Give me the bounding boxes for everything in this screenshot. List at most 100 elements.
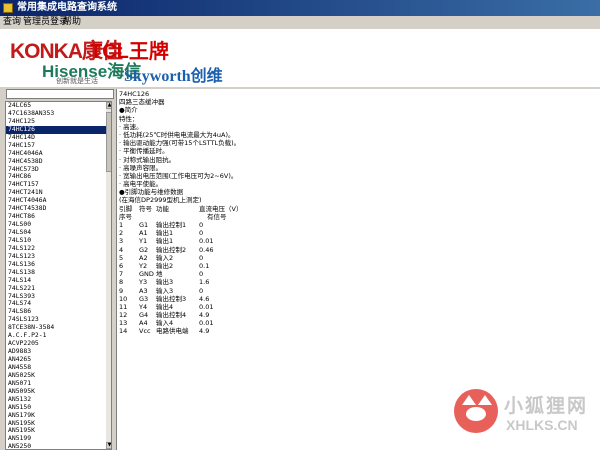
watermark-name: 小狐狸网 (504, 395, 589, 417)
feature-line: · 对称式输出阻抗。 (119, 155, 176, 164)
pin-header-function: 功能 (156, 204, 169, 213)
pin-symbol: Y2 (139, 261, 148, 270)
chip-list-item[interactable]: AN5250 (6, 442, 111, 449)
feature-line: · 平衡传播延时。 (119, 147, 169, 156)
pin-symbol: A3 (139, 286, 148, 295)
pin-header-voltage: 直流电压（V） (199, 204, 243, 213)
pin-header-pin: 引脚 (119, 204, 132, 213)
pin-voltage: 0.46 (199, 245, 214, 254)
pin-symbol: A1 (139, 229, 148, 238)
pin-subheader-signal: 有信号 (207, 212, 227, 221)
pin-number: 1 (119, 221, 124, 229)
pin-symbol: G2 (139, 245, 149, 254)
fox-face-icon (466, 407, 486, 421)
pin-symbol: G3 (139, 294, 149, 303)
menu-admin-login[interactable]: 管理员登录 (23, 16, 68, 29)
title-bar: 常用集成电路查询系统 (0, 0, 600, 16)
feature-line: · 高噪声容限。 (119, 163, 163, 172)
pin-symbol: A4 (139, 319, 148, 328)
feature-line: · 高电平使能。 (119, 180, 163, 189)
pin-function: 输出3 (156, 278, 174, 287)
pin-voltage: 4.9 (199, 327, 210, 336)
chip-list[interactable]: 24LC65 47C1638AN353 74HC125 74HC126 74HC14D 7… (5, 101, 112, 450)
pin-number: 6 (119, 261, 124, 270)
pin-function: 输出2 (156, 261, 174, 270)
pin-row: 5 A2 输入2 0 (119, 254, 598, 262)
pin-voltage: 0 (199, 270, 204, 279)
pin-function: 输出控制2 (156, 245, 187, 254)
pin-voltage: 0 (199, 253, 204, 262)
chip-name: 74HC126 (119, 90, 150, 98)
pin-function: 输出控制3 (156, 294, 187, 303)
watermark-url: XHLKS.CN (506, 417, 578, 433)
window-title: 常用集成电路查询系统 (17, 2, 117, 13)
pin-symbol: GND (139, 270, 154, 279)
menu-query[interactable]: 查询 (3, 16, 21, 29)
pin-row: 2 A1 输出1 0 (119, 229, 598, 237)
pin-row: 3 Y1 输出1 0.01 (119, 237, 598, 245)
scroll-up-icon[interactable]: ▲ (106, 102, 111, 109)
pin-symbol: Y3 (139, 278, 148, 287)
pin-row: 12 G4 输出控制4 4.9 (119, 311, 598, 319)
search-input[interactable] (6, 89, 114, 99)
brand-banner: KONKA康佳 TCL王牌 Hisense海信 创新就是生活 Skyworth创… (0, 29, 600, 87)
pin-voltage: 0.1 (199, 261, 210, 270)
pin-row: 11 Y4 输出4 0.01 (119, 303, 598, 311)
feature-line: · 宽输出电压范围(工作电压可为2~6V)。 (119, 171, 238, 180)
pin-row: 14 Vcc 电路供电端 4.9 (119, 327, 598, 335)
feature-line: · 低功耗(25℃时供电电流最大为4uA)。 (119, 130, 235, 139)
pin-row: 13 A4 输入4 0.01 (119, 319, 598, 327)
pin-row: 4 G2 输出控制2 0.46 (119, 246, 598, 254)
pin-table-header: 引脚 符号 功能 直流电压（V） (119, 205, 598, 213)
pin-voltage: 0 (199, 286, 204, 295)
pin-symbol: Vcc (139, 327, 151, 336)
pin-voltage: 0.01 (199, 302, 214, 311)
pin-row: 6 Y2 输出2 0.1 (119, 262, 598, 270)
pin-symbol: Y1 (139, 237, 148, 246)
features-label: 特性： (119, 114, 139, 123)
feature-line: · 输出驱动能力强(可带15个LSTTL负载)。 (119, 139, 241, 148)
pin-row: 8 Y3 输出3 1.6 (119, 278, 598, 286)
pin-symbol: G4 (139, 311, 149, 320)
scroll-down-icon[interactable]: ▼ (106, 442, 111, 449)
pin-function: 电路供电端 (156, 327, 189, 336)
pin-header-symbol: 符号 (139, 204, 152, 213)
pin-number: 4 (119, 245, 124, 254)
pin-voltage: 0 (199, 221, 204, 229)
pin-number: 11 (119, 302, 128, 311)
pin-subheader-index: 序号 (119, 212, 132, 221)
pin-function: 输出1 (156, 237, 174, 246)
pin-number: 13 (119, 319, 128, 328)
pin-number: 5 (119, 253, 124, 262)
pin-number: 2 (119, 229, 124, 238)
pin-number: 12 (119, 311, 128, 320)
feature-line: · 高速。 (119, 122, 143, 131)
hisense-slogan: 创新就是生活 (56, 77, 98, 85)
pin-function: 输出4 (156, 302, 174, 311)
pin-number: 9 (119, 286, 124, 295)
pin-row: 9 A3 输入3 0 (119, 287, 598, 295)
pin-symbol: G1 (139, 221, 149, 229)
pin-function: 输入3 (156, 286, 174, 295)
pin-function: 输出控制1 (156, 221, 187, 229)
pin-voltage: 0.01 (199, 237, 214, 246)
menu-help[interactable]: 帮助 (63, 16, 81, 29)
pin-symbol: Y4 (139, 302, 148, 311)
pin-voltage: 0.01 (199, 319, 214, 328)
fox-ear-icon (478, 395, 492, 405)
site-watermark: 小狐狸网 XHLKS.CN (452, 383, 600, 450)
fox-ear-icon (462, 395, 476, 405)
app-icon (3, 3, 13, 13)
list-scrollbar[interactable]: ▲ ▼ (106, 102, 111, 449)
skyworth-logo: Skyworth创维 (124, 68, 223, 85)
pin-row: 1 G1 输出控制1 0 (119, 221, 598, 229)
scroll-thumb[interactable] (106, 112, 111, 172)
menu-bar: 查询 管理员登录 帮助 (0, 16, 600, 29)
pin-voltage: 4.9 (199, 311, 210, 320)
pin-note: (在海信DP2999型机上测定) (119, 196, 202, 205)
pin-row: 10 G3 输出控制3 4.6 (119, 295, 598, 303)
pin-table-subheader: 序号 有信号 (119, 213, 598, 221)
pin-number: 14 (119, 327, 128, 336)
pin-row: 7 GND 地 0 (119, 270, 598, 278)
pin-voltage: 0 (199, 229, 204, 238)
